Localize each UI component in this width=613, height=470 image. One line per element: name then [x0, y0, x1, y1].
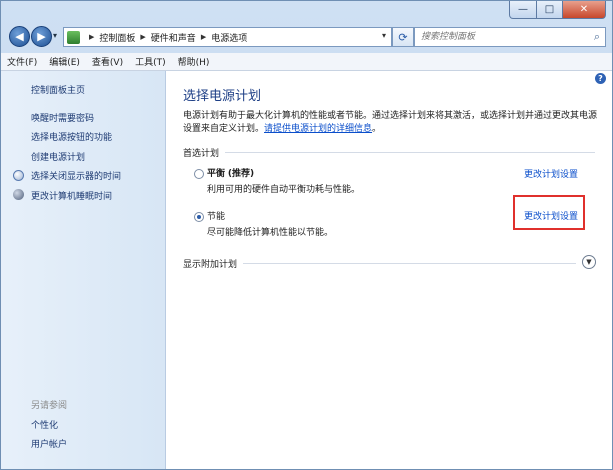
page-description: 电源计划有助于最大化计算机的性能或者节能。通过选择计划来将其激活，或选择计划并通…	[183, 110, 598, 136]
address-bar[interactable]: ▶ 控制面板 ▶ 硬件和声音 ▶ 电源选项 ▾	[63, 27, 392, 47]
chevron-right-icon: ▶	[89, 33, 95, 41]
menu-bar: 文件(F) 编辑(E) 查看(V) 工具(T) 帮助(H)	[1, 53, 612, 71]
sleep-moon-icon	[13, 189, 24, 200]
expand-additional-button[interactable]: ▼	[582, 255, 596, 269]
recent-pages-dropdown[interactable]: ▾	[53, 31, 57, 40]
task-pane: 控制面板主页 唤醒时需要密码 选择电源按钮的功能 创建电源计划 选择关闭显示器的…	[1, 71, 166, 469]
menu-help[interactable]: 帮助(H)	[172, 55, 216, 68]
arrow-right-icon: ▶	[37, 30, 46, 43]
display-clock-icon	[13, 170, 24, 181]
control-panel-icon	[67, 30, 80, 44]
maximize-button[interactable]: □	[537, 1, 563, 19]
page-title: 选择电源计划	[183, 89, 262, 104]
balanced-plan-name[interactable]: 平衡 (推荐)	[207, 166, 254, 179]
sidebar-sleep-time[interactable]: 更改计算机睡眠时间	[31, 189, 112, 202]
chevron-down-icon: ▾	[381, 31, 386, 40]
search-icon[interactable]: ⌕	[594, 30, 600, 44]
address-dropdown[interactable]: ▾	[382, 31, 386, 40]
description-text: 电源计划有助于最大化计算机的性能或者节能。通过选择计划来将其激活，或选择计划并通…	[183, 111, 598, 134]
chevron-right-icon: ▶	[200, 33, 207, 41]
section-divider	[243, 263, 576, 264]
back-button[interactable]: ◀	[9, 26, 30, 47]
preferred-plans-section: 首选计划	[183, 146, 595, 159]
power-saver-radio[interactable]	[194, 212, 204, 222]
chevron-down-icon: ▾	[53, 31, 58, 40]
show-additional-plans[interactable]: 显示附加计划	[183, 257, 237, 270]
navigation-bar: ◀ ▶ ▾ ▶ 控制面板 ▶ 硬件和声音 ▶ 电源选项 ▾ ⟳ ⌕	[1, 23, 612, 49]
caption-buttons: — □ ✕	[509, 1, 606, 19]
refresh-icon: ⟳	[398, 30, 408, 44]
sidebar-power-buttons[interactable]: 选择电源按钮的功能	[31, 130, 112, 143]
sidebar-user-accounts[interactable]: 用户帐户	[31, 437, 67, 450]
sidebar-personalization[interactable]: 个性化	[31, 418, 58, 431]
forward-button[interactable]: ▶	[31, 26, 52, 47]
description-end: 。	[372, 124, 382, 134]
balanced-name: 平衡	[207, 169, 226, 179]
chevron-down-icon: ▼	[586, 258, 592, 266]
menu-edit[interactable]: 编辑(E)	[43, 55, 86, 68]
sidebar-display-off-time[interactable]: 选择关闭显示器的时间	[31, 169, 121, 182]
arrow-left-icon: ◀	[15, 30, 24, 43]
menu-view[interactable]: 查看(V)	[86, 55, 129, 68]
content-pane: ? 选择电源计划 电源计划有助于最大化计算机的性能或者节能。通过选择计划来将其激…	[166, 71, 612, 469]
preferred-plans-heading: 首选计划	[183, 149, 220, 159]
breadcrumb-hardware-sound[interactable]: 硬件和声音	[151, 31, 196, 44]
recommended-tag: (推荐)	[227, 169, 255, 179]
help-icon[interactable]: ?	[595, 73, 606, 84]
additional-plans-section: 显示附加计划	[183, 257, 576, 270]
sidebar-create-plan[interactable]: 创建电源计划	[31, 150, 85, 163]
search-input[interactable]	[421, 30, 581, 43]
power-saver-plan-name[interactable]: 节能	[207, 209, 225, 222]
menu-file[interactable]: 文件(F)	[1, 55, 43, 68]
breadcrumb: ▶ 控制面板 ▶ 硬件和声音 ▶ 电源选项	[84, 31, 247, 44]
power-options-window: — □ ✕ ◀ ▶ ▾ ▶ 控制面板 ▶ 硬件和声音 ▶ 电源选项 ▾ ⟳ ⌕ …	[0, 0, 613, 470]
title-bar: — □ ✕	[1, 1, 612, 21]
plan-info-link[interactable]: 请提供电源计划的详细信息	[264, 124, 372, 134]
section-divider	[225, 152, 595, 153]
refresh-button[interactable]: ⟳	[392, 27, 414, 47]
search-box[interactable]: ⌕	[414, 27, 606, 47]
balanced-plan-desc: 利用可用的硬件自动平衡功耗与性能。	[207, 185, 361, 195]
power-saver-plan-desc: 尽可能降低计算机性能以节能。	[207, 228, 334, 238]
balanced-change-settings-link[interactable]: 更改计划设置	[524, 167, 578, 180]
breadcrumb-control-panel[interactable]: 控制面板	[99, 31, 135, 44]
menu-tools[interactable]: 工具(T)	[129, 55, 172, 68]
highlight-box	[513, 195, 585, 230]
chevron-right-icon: ▶	[140, 33, 146, 41]
breadcrumb-power-options[interactable]: 电源选项	[211, 31, 247, 44]
minimize-button[interactable]: —	[509, 1, 537, 19]
sidebar-require-password[interactable]: 唤醒时需要密码	[31, 111, 94, 124]
see-also-heading: 另请参阅	[31, 401, 68, 411]
sidebar-control-panel-home[interactable]: 控制面板主页	[31, 83, 85, 96]
balanced-radio[interactable]	[194, 169, 204, 179]
close-button[interactable]: ✕	[563, 1, 606, 19]
